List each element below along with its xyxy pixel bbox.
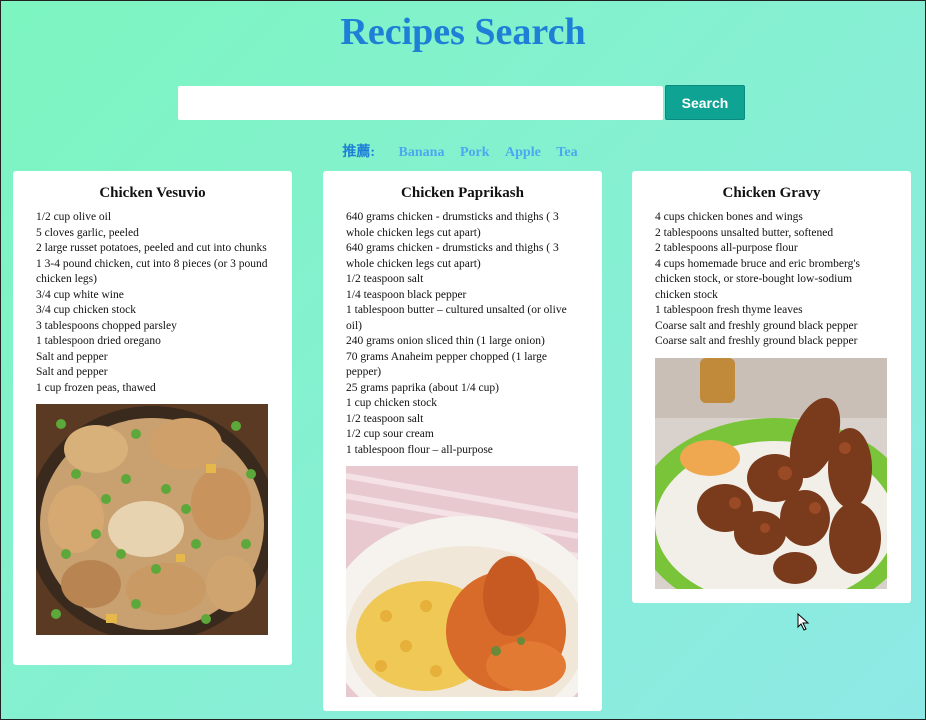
- ingredient-item: 1 tablespoon dried oregano: [36, 335, 161, 347]
- mouse-cursor-icon: [797, 613, 810, 631]
- ingredient-item: 1 cup chicken stock: [346, 397, 438, 409]
- ingredient-item: 1/2 teaspoon salt: [346, 412, 424, 425]
- ingredient-item: Coarse salt and freshly ground black pep…: [655, 319, 858, 332]
- ingredient-item: Salt and pepper: [36, 350, 108, 363]
- ingredient-item: 1 tablespoon flour – all-purpose: [346, 443, 493, 456]
- recommend-label: 推薦:: [342, 145, 376, 160]
- recipe-photo: [655, 357, 887, 589]
- ingredient-item: 2 tablespoons unsalted butter, softened: [655, 226, 834, 239]
- ingredient-item: 3 tablespoons chopped parsley: [36, 319, 177, 332]
- ingredient-item: 1 cup frozen peas, thawed: [36, 381, 156, 394]
- ingredient-item: 1 tablespoon fresh thyme leaves: [655, 304, 803, 316]
- ingredient-item: 1 3-4 pound chicken, cut into 8 pieces (…: [36, 257, 268, 286]
- recommend-link-tea[interactable]: Tea: [556, 145, 577, 160]
- ingredient-item: Coarse salt and freshly ground black pep…: [655, 335, 858, 347]
- ingredient-list: 1/2 cup olive oil 5 cloves garlic, peele…: [36, 210, 269, 396]
- ingredient-list: 4 cups chicken bones and wings 2 tablesp…: [655, 210, 888, 350]
- ingredient-item: 70 grams Anaheim pepper chopped (1 large…: [346, 350, 547, 379]
- recipe-title: Chicken Vesuvio: [99, 185, 206, 201]
- recipe-title: Chicken Paprikash: [401, 185, 524, 201]
- search-bar: Search: [178, 85, 745, 120]
- recipe-card-paprikash: Chicken Paprikash 640 grams chicken - dr…: [323, 171, 602, 711]
- ingredient-item: 5 cloves garlic, peeled: [36, 226, 139, 239]
- ingredient-item: Salt and pepper: [36, 366, 108, 378]
- recipe-card-vesuvio: Chicken Vesuvio 1/2 cup olive oil 5 clov…: [13, 171, 292, 665]
- ingredient-list: 640 grams chicken - drumsticks and thigh…: [346, 210, 579, 458]
- ingredient-item: 3/4 cup chicken stock: [36, 304, 136, 316]
- ingredient-item: 240 grams onion sliced thin (1 large oni…: [346, 335, 545, 347]
- recipe-photo: [36, 404, 268, 635]
- recommendations: 推薦: Banana Pork Apple Tea: [0, 141, 926, 161]
- ingredient-item: 1 tablespoon butter – cultured unsalted …: [346, 304, 567, 332]
- search-input[interactable]: [178, 86, 663, 120]
- ingredient-item: 4 cups chicken bones and wings: [655, 211, 803, 223]
- ingredient-item: 3/4 cup white wine: [36, 288, 124, 301]
- recommend-link-apple[interactable]: Apple: [505, 145, 541, 160]
- ingredient-item: 2 large russet potatoes, peeled and cut …: [36, 242, 267, 254]
- ingredient-item: 2 tablespoons all-purpose flour: [655, 242, 798, 254]
- ingredient-item: 4 cups homemade bruce and eric bromberg'…: [655, 257, 860, 301]
- ingredient-item: 1/2 cup sour cream: [346, 428, 434, 440]
- ingredient-item: 1/2 teaspoon salt: [346, 273, 424, 285]
- recipe-photo: [346, 466, 578, 697]
- recipe-card-gravy: Chicken Gravy 4 cups chicken bones and w…: [632, 171, 911, 603]
- ingredient-item: 25 grams paprika (about 1/4 cup): [346, 381, 499, 394]
- search-button[interactable]: Search: [665, 85, 745, 120]
- recommend-link-pork[interactable]: Pork: [460, 145, 490, 160]
- ingredient-item: 1/2 cup olive oil: [36, 211, 112, 223]
- recommend-link-banana[interactable]: Banana: [399, 145, 445, 160]
- recipe-title: Chicken Gravy: [722, 185, 821, 201]
- ingredient-item: 640 grams chicken - drumsticks and thigh…: [346, 211, 559, 239]
- ingredient-item: 1/4 teaspoon black pepper: [346, 288, 467, 301]
- page-title: Recipes Search: [340, 11, 586, 53]
- ingredient-item: 640 grams chicken - drumsticks and thigh…: [346, 242, 559, 270]
